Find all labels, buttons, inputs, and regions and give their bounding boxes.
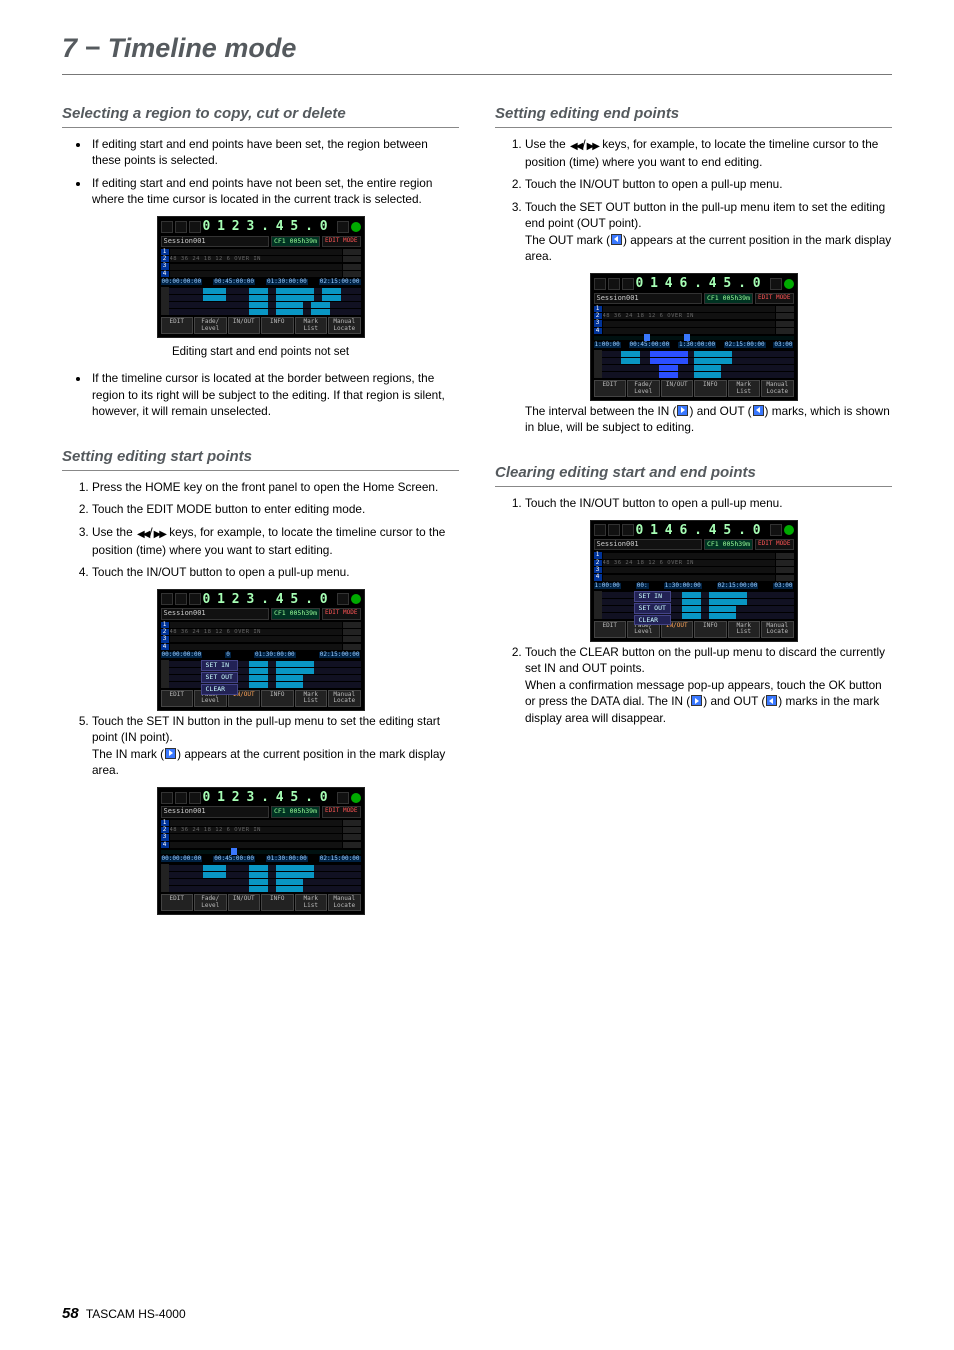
rewind-icon: ◀◀ (137, 528, 148, 542)
step: Touch the IN/OUT button to open a pull-u… (92, 564, 459, 581)
in-out-button[interactable]: IN/OUT (228, 317, 261, 334)
screenshot-caption: Editing start and end points not set (62, 344, 459, 360)
step: Touch the SET IN button in the pull-up m… (92, 713, 459, 779)
bullet: If editing start and end points have not… (90, 175, 459, 208)
section-end-points: Setting editing end points (495, 103, 892, 128)
section-select-region: Selecting a region to copy, cut or delet… (62, 103, 459, 128)
mark-list-button[interactable]: Mark List (295, 317, 328, 334)
chapter-title: 7 − Timeline mode (62, 30, 892, 68)
chapter-rule (62, 74, 892, 75)
clear-points-steps-cont: Touch the CLEAR button on the pull-up me… (495, 644, 892, 727)
in-mark-icon (691, 695, 702, 706)
fade-level-button[interactable]: Fade/ Level (194, 317, 227, 334)
step: Press the HOME key on the front panel to… (92, 479, 459, 496)
bullet: If editing start and end points have bee… (90, 136, 459, 169)
manual-locate-button[interactable]: Manual Locate (328, 317, 361, 334)
set-out-button[interactable]: SET OUT (634, 603, 671, 614)
in-mark-icon (165, 748, 176, 759)
out-mark-icon (753, 405, 764, 416)
rewind-icon: ◀◀ (570, 140, 581, 154)
screenshot-clear-pullup: 0 1 4 6 . 4 5 . 0 6 32 Session001 CF1 00… (495, 520, 892, 642)
screenshot-in-mark-set: 0 1 2 3 . 4 5 . 0 6 15 Session001 CF1 00… (62, 787, 459, 915)
content-columns: Selecting a region to copy, cut or delet… (62, 103, 892, 917)
edit-button[interactable]: EDIT (161, 317, 194, 334)
out-mark-icon (766, 695, 777, 706)
section-clear-points: Clearing editing start and end points (495, 462, 892, 487)
out-mark-icon (611, 234, 622, 245)
fast-forward-icon: ▶▶ (587, 140, 598, 154)
set-out-button[interactable]: SET OUT (201, 672, 238, 683)
start-points-steps: Press the HOME key on the front panel to… (62, 479, 459, 581)
page-number: 58 (62, 1305, 79, 1322)
in-mark-icon (677, 405, 688, 416)
start-points-steps-cont: Touch the SET IN button in the pull-up m… (62, 713, 459, 779)
set-in-button[interactable]: SET IN (201, 660, 238, 671)
step: Touch the EDIT MODE button to enter edit… (92, 501, 459, 518)
left-column: Selecting a region to copy, cut or delet… (62, 103, 459, 917)
clear-button[interactable]: CLEAR (201, 684, 238, 695)
step: Touch the SET OUT button in the pull-up … (525, 199, 892, 265)
end-points-steps: Use the ◀◀/▶▶ keys, for example, to loca… (495, 136, 892, 265)
step: Use the ◀◀/▶▶ keys, for example, to loca… (525, 136, 892, 171)
screenshot-no-edit-points: 0 1 2 3 . 4 5 . 0 6 15 Session001 CF1 00… (62, 216, 459, 338)
info-button[interactable]: INFO (261, 317, 294, 334)
step: Use the ◀◀/▶▶ keys, for example, to loca… (92, 524, 459, 559)
step: Touch the IN/OUT button to open a pull-u… (525, 176, 892, 193)
model-name: TASCAM HS-4000 (86, 1307, 186, 1321)
set-in-button[interactable]: SET IN (634, 591, 671, 602)
fast-forward-icon: ▶▶ (154, 528, 165, 542)
screenshot-out-mark-set: 0 1 4 6 . 4 5 . 0 6 32 Session001 CF1 00… (495, 273, 892, 401)
right-column: Setting editing end points Use the ◀◀/▶▶… (495, 103, 892, 917)
section-start-points: Setting editing start points (62, 446, 459, 471)
interval-note: The interval between the IN () and OUT (… (495, 403, 892, 436)
step: Touch the CLEAR button on the pull-up me… (525, 644, 892, 727)
step: Touch the IN/OUT button to open a pull-u… (525, 495, 892, 512)
screenshot-inout-pullup: 0 1 2 3 . 4 5 . 0 6 15 Session001 CF1 00… (62, 589, 459, 711)
clear-button[interactable]: CLEAR (634, 615, 671, 626)
clear-points-steps: Touch the IN/OUT button to open a pull-u… (495, 495, 892, 512)
select-region-bullets: If editing start and end points have bee… (62, 136, 459, 208)
border-note: If the timeline cursor is located at the… (62, 370, 459, 420)
page-footer: 58 TASCAM HS-4000 (62, 1303, 186, 1324)
bullet: If the timeline cursor is located at the… (90, 370, 459, 420)
